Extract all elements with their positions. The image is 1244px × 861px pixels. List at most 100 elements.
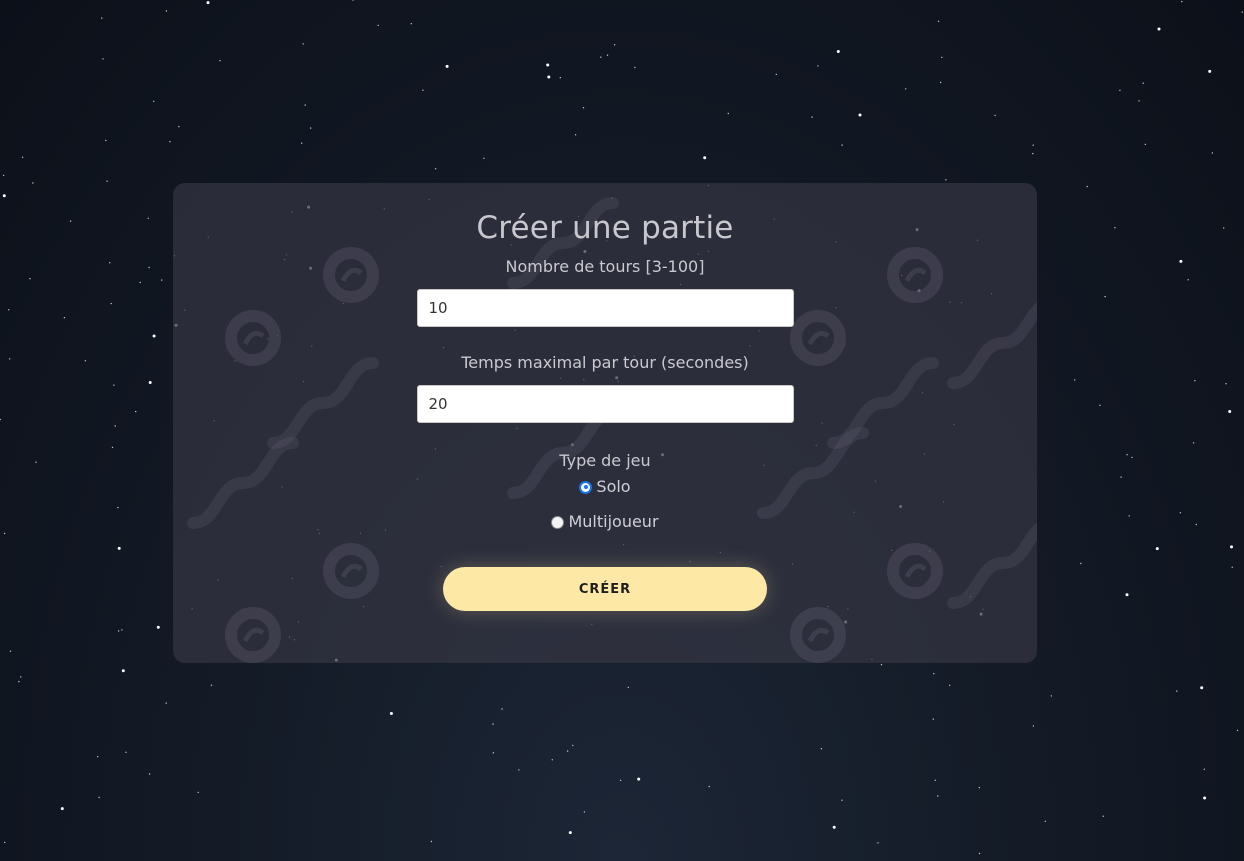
star: [1179, 259, 1183, 263]
star: [547, 75, 551, 79]
star: [110, 302, 112, 305]
star: [0, 418, 1, 421]
star: [434, 168, 437, 170]
star: [60, 807, 64, 811]
star: [600, 56, 602, 58]
star: [582, 107, 585, 109]
star: [568, 831, 572, 835]
time-label: Temps maximal par tour (secondes): [461, 353, 749, 372]
star: [1179, 512, 1182, 514]
star: [1032, 725, 1035, 727]
create-button[interactable]: CRÉER: [443, 567, 767, 611]
time-input[interactable]: [416, 385, 794, 423]
rounds-label: Nombre de tours [3-100]: [505, 257, 705, 276]
star: [98, 796, 100, 799]
star: [775, 73, 777, 76]
star: [1128, 515, 1130, 517]
star: [1086, 185, 1088, 188]
star: [820, 748, 823, 750]
star: [880, 664, 883, 666]
star: [84, 360, 87, 362]
star: [1225, 383, 1227, 385]
star: [301, 142, 303, 144]
star: [1228, 410, 1232, 413]
star: [422, 89, 424, 91]
star: [1155, 547, 1159, 551]
star: [492, 723, 494, 725]
star: [1192, 442, 1195, 444]
game-type-label: Type de jeu: [559, 451, 651, 470]
star: [32, 182, 34, 184]
star: [1241, 11, 1243, 13]
option-solo[interactable]: Solo: [173, 477, 1037, 497]
star: [9, 650, 12, 652]
star: [1050, 695, 1053, 697]
star: [117, 506, 119, 509]
star: [978, 786, 981, 789]
star: [518, 769, 520, 771]
star: [21, 156, 24, 158]
star: [1236, 729, 1239, 732]
solo-label: Solo: [596, 477, 631, 496]
star: [703, 156, 707, 160]
star: [1157, 27, 1161, 31]
star: [113, 384, 115, 386]
star: [708, 785, 710, 788]
star: [377, 24, 379, 27]
multiplayer-label: Multijoueur: [568, 512, 659, 531]
star: [35, 461, 37, 463]
star: [1203, 768, 1206, 770]
star: [949, 684, 951, 686]
star: [106, 180, 108, 182]
star: [858, 113, 862, 117]
star: [1223, 227, 1225, 229]
star: [1126, 454, 1128, 456]
star: [148, 773, 151, 775]
star: [841, 799, 843, 801]
star: [606, 54, 609, 56]
star: [197, 791, 199, 794]
create-game-form: Créer une partie Nombre de tours [3-100]…: [173, 183, 1037, 611]
star: [310, 127, 312, 129]
star: [841, 144, 843, 146]
star: [1120, 476, 1122, 478]
star: [1187, 279, 1189, 281]
option-multiplayer[interactable]: Multijoueur: [173, 512, 1037, 532]
star: [933, 673, 935, 675]
star: [934, 779, 936, 781]
star: [206, 1, 210, 5]
star: [937, 795, 939, 797]
star: [153, 100, 155, 103]
star: [817, 65, 819, 67]
star: [1230, 545, 1233, 549]
star: [1208, 69, 1212, 73]
star: [613, 44, 616, 46]
star: [302, 43, 304, 45]
create-game-card: Créer une partie Nombre de tours [3-100]…: [173, 183, 1037, 663]
star: [619, 779, 622, 782]
star: [147, 217, 149, 219]
star: [1114, 227, 1116, 229]
star: [637, 777, 641, 781]
star: [2, 174, 5, 177]
star: [152, 334, 156, 338]
star: [1200, 686, 1204, 690]
star: [102, 58, 104, 60]
star: [410, 23, 412, 25]
star: [69, 220, 72, 222]
multiplayer-radio[interactable]: [551, 515, 565, 529]
star: [29, 278, 31, 280]
star: [1102, 815, 1105, 817]
star: [3, 841, 6, 844]
star: [939, 81, 942, 84]
solo-radio[interactable]: [579, 480, 593, 494]
star: [430, 840, 433, 843]
star: [501, 708, 503, 710]
star: [2, 194, 6, 198]
star: [101, 17, 103, 19]
star: [634, 66, 636, 69]
page-title: Créer une partie: [476, 210, 734, 246]
star: [978, 852, 981, 855]
rounds-input[interactable]: [416, 289, 794, 327]
star: [1125, 593, 1129, 597]
